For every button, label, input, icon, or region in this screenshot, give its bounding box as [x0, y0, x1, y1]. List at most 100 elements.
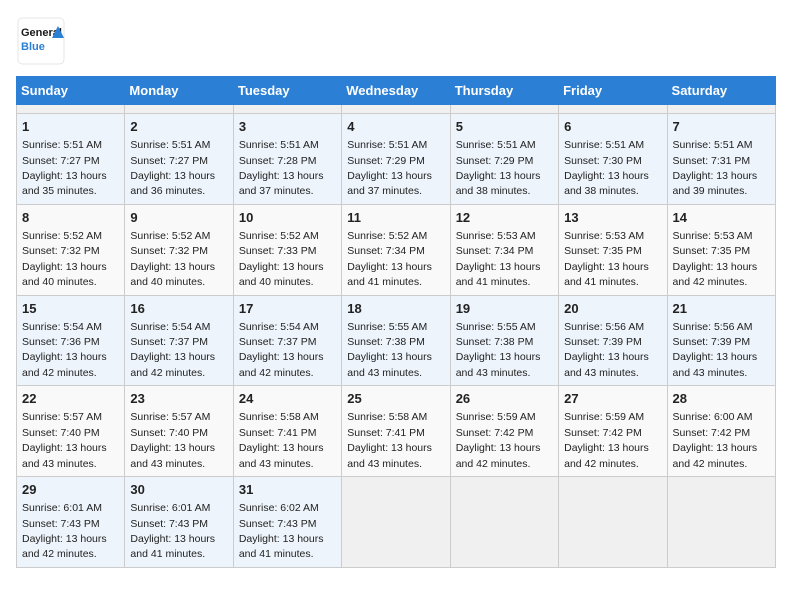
- day-info: Sunrise: 5:54 AMSunset: 7:36 PMDaylight:…: [22, 321, 107, 379]
- day-info: Sunrise: 5:51 AMSunset: 7:29 PMDaylight:…: [347, 139, 432, 197]
- calendar-cell: 28 Sunrise: 6:00 AMSunset: 7:42 PMDaylig…: [667, 386, 775, 477]
- day-of-week-saturday: Saturday: [667, 77, 775, 105]
- calendar-cell: 6 Sunrise: 5:51 AMSunset: 7:30 PMDayligh…: [559, 114, 667, 205]
- day-number: 29: [22, 481, 119, 499]
- day-number: 12: [456, 209, 553, 227]
- day-of-week-sunday: Sunday: [17, 77, 125, 105]
- calendar-cell: 22 Sunrise: 5:57 AMSunset: 7:40 PMDaylig…: [17, 386, 125, 477]
- day-of-week-monday: Monday: [125, 77, 233, 105]
- day-number: 10: [239, 209, 336, 227]
- calendar-cell: 12 Sunrise: 5:53 AMSunset: 7:34 PMDaylig…: [450, 204, 558, 295]
- calendar-cell: 19 Sunrise: 5:55 AMSunset: 7:38 PMDaylig…: [450, 295, 558, 386]
- calendar-cell: [559, 477, 667, 568]
- day-number: 27: [564, 390, 661, 408]
- day-info: Sunrise: 6:01 AMSunset: 7:43 PMDaylight:…: [22, 502, 107, 560]
- day-number: 4: [347, 118, 444, 136]
- calendar-cell: 27 Sunrise: 5:59 AMSunset: 7:42 PMDaylig…: [559, 386, 667, 477]
- day-info: Sunrise: 5:52 AMSunset: 7:34 PMDaylight:…: [347, 230, 432, 288]
- day-of-week-thursday: Thursday: [450, 77, 558, 105]
- calendar-cell: 21 Sunrise: 5:56 AMSunset: 7:39 PMDaylig…: [667, 295, 775, 386]
- day-info: Sunrise: 5:57 AMSunset: 7:40 PMDaylight:…: [22, 411, 107, 469]
- calendar-cell: [450, 105, 558, 114]
- day-info: Sunrise: 5:54 AMSunset: 7:37 PMDaylight:…: [130, 321, 215, 379]
- day-info: Sunrise: 5:55 AMSunset: 7:38 PMDaylight:…: [456, 321, 541, 379]
- calendar-cell: 1 Sunrise: 5:51 AMSunset: 7:27 PMDayligh…: [17, 114, 125, 205]
- day-number: 15: [22, 300, 119, 318]
- calendar-cell: 31 Sunrise: 6:02 AMSunset: 7:43 PMDaylig…: [233, 477, 341, 568]
- calendar-cell: 23 Sunrise: 5:57 AMSunset: 7:40 PMDaylig…: [125, 386, 233, 477]
- day-of-week-friday: Friday: [559, 77, 667, 105]
- day-info: Sunrise: 5:52 AMSunset: 7:32 PMDaylight:…: [22, 230, 107, 288]
- day-info: Sunrise: 5:52 AMSunset: 7:32 PMDaylight:…: [130, 230, 215, 288]
- calendar-week-2: 8 Sunrise: 5:52 AMSunset: 7:32 PMDayligh…: [17, 204, 776, 295]
- day-number: 2: [130, 118, 227, 136]
- day-number: 22: [22, 390, 119, 408]
- calendar-cell: [125, 105, 233, 114]
- day-number: 14: [673, 209, 770, 227]
- day-info: Sunrise: 5:57 AMSunset: 7:40 PMDaylight:…: [130, 411, 215, 469]
- calendar-week-1: 1 Sunrise: 5:51 AMSunset: 7:27 PMDayligh…: [17, 114, 776, 205]
- day-info: Sunrise: 5:56 AMSunset: 7:39 PMDaylight:…: [564, 321, 649, 379]
- logo-svg: General Blue: [16, 16, 66, 66]
- day-number: 16: [130, 300, 227, 318]
- calendar-cell: 15 Sunrise: 5:54 AMSunset: 7:36 PMDaylig…: [17, 295, 125, 386]
- calendar-body: 1 Sunrise: 5:51 AMSunset: 7:27 PMDayligh…: [17, 105, 776, 568]
- calendar-header: SundayMondayTuesdayWednesdayThursdayFrid…: [17, 77, 776, 105]
- calendar-cell: [233, 105, 341, 114]
- calendar-week-0: [17, 105, 776, 114]
- days-of-week-row: SundayMondayTuesdayWednesdayThursdayFrid…: [17, 77, 776, 105]
- day-of-week-wednesday: Wednesday: [342, 77, 450, 105]
- day-number: 9: [130, 209, 227, 227]
- day-number: 28: [673, 390, 770, 408]
- day-info: Sunrise: 5:54 AMSunset: 7:37 PMDaylight:…: [239, 321, 324, 379]
- day-info: Sunrise: 6:02 AMSunset: 7:43 PMDaylight:…: [239, 502, 324, 560]
- calendar-cell: 10 Sunrise: 5:52 AMSunset: 7:33 PMDaylig…: [233, 204, 341, 295]
- calendar-cell: 9 Sunrise: 5:52 AMSunset: 7:32 PMDayligh…: [125, 204, 233, 295]
- calendar-cell: 5 Sunrise: 5:51 AMSunset: 7:29 PMDayligh…: [450, 114, 558, 205]
- calendar-cell: 8 Sunrise: 5:52 AMSunset: 7:32 PMDayligh…: [17, 204, 125, 295]
- calendar-cell: 29 Sunrise: 6:01 AMSunset: 7:43 PMDaylig…: [17, 477, 125, 568]
- day-number: 6: [564, 118, 661, 136]
- calendar-cell: 30 Sunrise: 6:01 AMSunset: 7:43 PMDaylig…: [125, 477, 233, 568]
- day-info: Sunrise: 5:53 AMSunset: 7:35 PMDaylight:…: [673, 230, 758, 288]
- day-info: Sunrise: 5:51 AMSunset: 7:28 PMDaylight:…: [239, 139, 324, 197]
- day-info: Sunrise: 5:53 AMSunset: 7:34 PMDaylight:…: [456, 230, 541, 288]
- day-number: 20: [564, 300, 661, 318]
- day-number: 31: [239, 481, 336, 499]
- day-info: Sunrise: 5:58 AMSunset: 7:41 PMDaylight:…: [347, 411, 432, 469]
- calendar-week-3: 15 Sunrise: 5:54 AMSunset: 7:36 PMDaylig…: [17, 295, 776, 386]
- calendar-cell: [667, 105, 775, 114]
- calendar-cell: 16 Sunrise: 5:54 AMSunset: 7:37 PMDaylig…: [125, 295, 233, 386]
- day-info: Sunrise: 5:59 AMSunset: 7:42 PMDaylight:…: [564, 411, 649, 469]
- day-number: 18: [347, 300, 444, 318]
- calendar-cell: [342, 105, 450, 114]
- calendar-table: SundayMondayTuesdayWednesdayThursdayFrid…: [16, 76, 776, 568]
- day-number: 8: [22, 209, 119, 227]
- day-info: Sunrise: 5:56 AMSunset: 7:39 PMDaylight:…: [673, 321, 758, 379]
- day-number: 25: [347, 390, 444, 408]
- header: General Blue: [16, 16, 776, 66]
- day-info: Sunrise: 5:51 AMSunset: 7:27 PMDaylight:…: [22, 139, 107, 197]
- day-info: Sunrise: 5:52 AMSunset: 7:33 PMDaylight:…: [239, 230, 324, 288]
- calendar-week-4: 22 Sunrise: 5:57 AMSunset: 7:40 PMDaylig…: [17, 386, 776, 477]
- calendar-cell: 25 Sunrise: 5:58 AMSunset: 7:41 PMDaylig…: [342, 386, 450, 477]
- calendar-cell: 20 Sunrise: 5:56 AMSunset: 7:39 PMDaylig…: [559, 295, 667, 386]
- calendar-cell: 11 Sunrise: 5:52 AMSunset: 7:34 PMDaylig…: [342, 204, 450, 295]
- calendar-week-5: 29 Sunrise: 6:01 AMSunset: 7:43 PMDaylig…: [17, 477, 776, 568]
- day-number: 30: [130, 481, 227, 499]
- day-number: 3: [239, 118, 336, 136]
- calendar-cell: 4 Sunrise: 5:51 AMSunset: 7:29 PMDayligh…: [342, 114, 450, 205]
- day-number: 5: [456, 118, 553, 136]
- calendar-cell: 7 Sunrise: 5:51 AMSunset: 7:31 PMDayligh…: [667, 114, 775, 205]
- day-info: Sunrise: 5:55 AMSunset: 7:38 PMDaylight:…: [347, 321, 432, 379]
- day-number: 11: [347, 209, 444, 227]
- calendar-cell: 24 Sunrise: 5:58 AMSunset: 7:41 PMDaylig…: [233, 386, 341, 477]
- calendar-cell: [17, 105, 125, 114]
- day-number: 17: [239, 300, 336, 318]
- day-number: 1: [22, 118, 119, 136]
- calendar-cell: [667, 477, 775, 568]
- calendar-cell: 13 Sunrise: 5:53 AMSunset: 7:35 PMDaylig…: [559, 204, 667, 295]
- day-info: Sunrise: 5:51 AMSunset: 7:30 PMDaylight:…: [564, 139, 649, 197]
- calendar-cell: [450, 477, 558, 568]
- day-number: 24: [239, 390, 336, 408]
